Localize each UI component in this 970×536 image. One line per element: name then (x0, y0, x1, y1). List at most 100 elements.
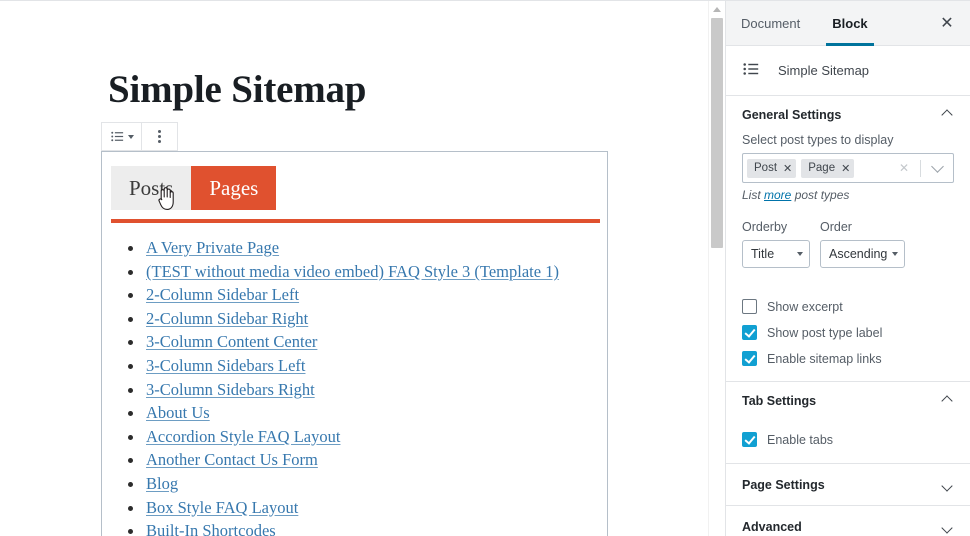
sitemap-tab-pages[interactable]: Pages (191, 166, 277, 210)
token-field-divider (920, 159, 921, 177)
help-prefix: List (742, 188, 765, 202)
panel-general-settings-header[interactable]: General Settings (726, 96, 970, 133)
scrollbar-thumb[interactable] (711, 18, 723, 248)
editor-screen: Simple Sitemap Posts Pages A Very Privat… (0, 0, 970, 536)
checkbox-enable-tabs[interactable]: Enable tabs (742, 432, 954, 447)
list-item: 3-Column Content Center (128, 330, 607, 354)
remove-token-icon[interactable]: ✕ (783, 162, 792, 175)
chevron-down-icon[interactable] (926, 162, 949, 174)
sitemap-link[interactable]: 2-Column Sidebar Left (146, 285, 299, 304)
panel-tab-settings-header[interactable]: Tab Settings (726, 382, 970, 419)
orderby-label: Orderby (742, 220, 788, 234)
post-types-token-field[interactable]: Post ✕ Page ✕ ✕ (742, 153, 954, 183)
order-control: Order Ascending (820, 220, 905, 268)
panel-page-settings: Page Settings (726, 464, 970, 506)
sitemap-link[interactable]: (TEST without media video embed) FAQ Sty… (146, 262, 559, 281)
more-options-button[interactable] (142, 123, 177, 150)
sitemap-link[interactable]: About Us (146, 403, 210, 422)
sitemap-link[interactable]: 2-Column Sidebar Right (146, 309, 308, 328)
order-value: Ascending (829, 247, 888, 261)
post-types-label: Select post types to display (742, 133, 894, 147)
sitemap-link-list: A Very Private Page (TEST without media … (102, 210, 607, 536)
block-toolbar (101, 122, 178, 151)
page-title[interactable]: Simple Sitemap (108, 67, 367, 112)
checkbox-box[interactable] (742, 432, 757, 447)
panel-general-settings-body: Select post types to display Post ✕ Page… (726, 133, 970, 282)
panel-title: General Settings (742, 107, 842, 122)
panel-title: Tab Settings (742, 393, 817, 408)
selected-block-card: Simple Sitemap (726, 46, 970, 96)
sitemap-link[interactable]: Accordion Style FAQ Layout (146, 427, 340, 446)
vertical-dots-icon (158, 130, 161, 143)
canvas-scrollbar[interactable] (708, 1, 724, 536)
list-item: (TEST without media video embed) FAQ Sty… (128, 260, 607, 284)
sitemap-link[interactable]: Built-In Shortcodes (146, 521, 276, 536)
general-checkbox-group: Show excerpt Show post type label Enable… (726, 282, 970, 381)
chevron-down-icon[interactable] (942, 521, 954, 533)
token-post[interactable]: Post ✕ (747, 158, 797, 178)
order-controls-row: Orderby Title Order Ascending (742, 220, 954, 268)
list-item: Built-In Shortcodes (128, 519, 607, 536)
clear-all-tokens-icon[interactable]: ✕ (893, 161, 915, 175)
checkbox-box[interactable] (742, 325, 757, 340)
list-item: Another Contact Us Form (128, 448, 607, 472)
scroll-up-arrow-icon[interactable] (709, 2, 725, 16)
checkbox-enable-sitemap-links[interactable]: Enable sitemap links (742, 351, 954, 366)
block-type-switcher-button[interactable] (102, 123, 142, 150)
panel-tab-settings: Tab Settings Enable tabs (726, 382, 970, 464)
orderby-value: Title (751, 247, 775, 261)
list-block-icon (110, 129, 125, 144)
selected-block-name: Simple Sitemap (778, 63, 870, 78)
close-sidebar-button[interactable]: ✕ (932, 8, 962, 38)
sitemap-link[interactable]: 3-Column Sidebars Right (146, 380, 315, 399)
sitemap-link[interactable]: Another Contact Us Form (146, 450, 318, 469)
list-item: 3-Column Sidebars Right (128, 378, 607, 402)
sitemap-link[interactable]: Blog (146, 474, 178, 493)
post-types-help-text: List more post types (742, 188, 954, 202)
orderby-control: Orderby Title (742, 220, 810, 268)
sitemap-link[interactable]: A Very Private Page (146, 238, 279, 257)
list-item: 2-Column Sidebar Left (128, 283, 607, 307)
sitemap-link[interactable]: 3-Column Sidebars Left (146, 356, 305, 375)
sitemap-tab-posts[interactable]: Posts (111, 166, 192, 210)
token-page[interactable]: Page ✕ (801, 158, 855, 178)
panel-page-settings-header[interactable]: Page Settings (726, 464, 970, 505)
tab-document[interactable]: Document (726, 1, 816, 46)
checkbox-show-excerpt[interactable]: Show excerpt (742, 299, 954, 314)
order-label: Order (820, 220, 852, 234)
editor-canvas: Simple Sitemap Posts Pages A Very Privat… (0, 1, 707, 536)
list-item: 3-Column Sidebars Left (128, 354, 607, 378)
token-label: Post (754, 162, 778, 174)
sitemap-tabs-underline (111, 219, 600, 223)
sitemap-link[interactable]: Box Style FAQ Layout (146, 498, 298, 517)
remove-token-icon[interactable]: ✕ (841, 162, 850, 175)
chevron-down-icon (797, 252, 803, 256)
checkbox-box[interactable] (742, 351, 757, 366)
chevron-down-icon[interactable] (942, 479, 954, 491)
checkbox-box[interactable] (742, 299, 757, 314)
orderby-select[interactable]: Title (742, 240, 810, 268)
sidebar-tab-bar: Document Block ✕ (726, 1, 970, 46)
tab-block[interactable]: Block (816, 1, 883, 46)
panel-title: Page Settings (742, 477, 825, 492)
list-item: Accordion Style FAQ Layout (128, 425, 607, 449)
checkbox-label: Enable sitemap links (767, 351, 882, 366)
checkbox-show-post-type-label[interactable]: Show post type label (742, 325, 954, 340)
checkbox-label: Show post type label (767, 325, 883, 340)
chevron-up-icon[interactable] (942, 395, 954, 407)
chevron-down-icon (892, 252, 898, 256)
token-label: Page (808, 162, 836, 174)
help-suffix: post types (791, 188, 850, 202)
checkbox-label: Enable tabs (767, 432, 834, 447)
settings-sidebar: Document Block ✕ Simple Sitemap General … (725, 1, 970, 536)
more-post-types-link[interactable]: more (764, 188, 791, 202)
panel-tab-settings-body: Enable tabs (726, 419, 970, 463)
order-select[interactable]: Ascending (820, 240, 905, 268)
sitemap-link[interactable]: 3-Column Content Center (146, 332, 317, 351)
panel-advanced-header[interactable]: Advanced (726, 506, 970, 536)
list-item: A Very Private Page (128, 236, 607, 260)
list-item: About Us (128, 401, 607, 425)
chevron-down-icon (127, 134, 134, 139)
chevron-up-icon[interactable] (942, 109, 954, 121)
simple-sitemap-block[interactable]: Posts Pages A Very Private Page (TEST wi… (101, 151, 608, 536)
